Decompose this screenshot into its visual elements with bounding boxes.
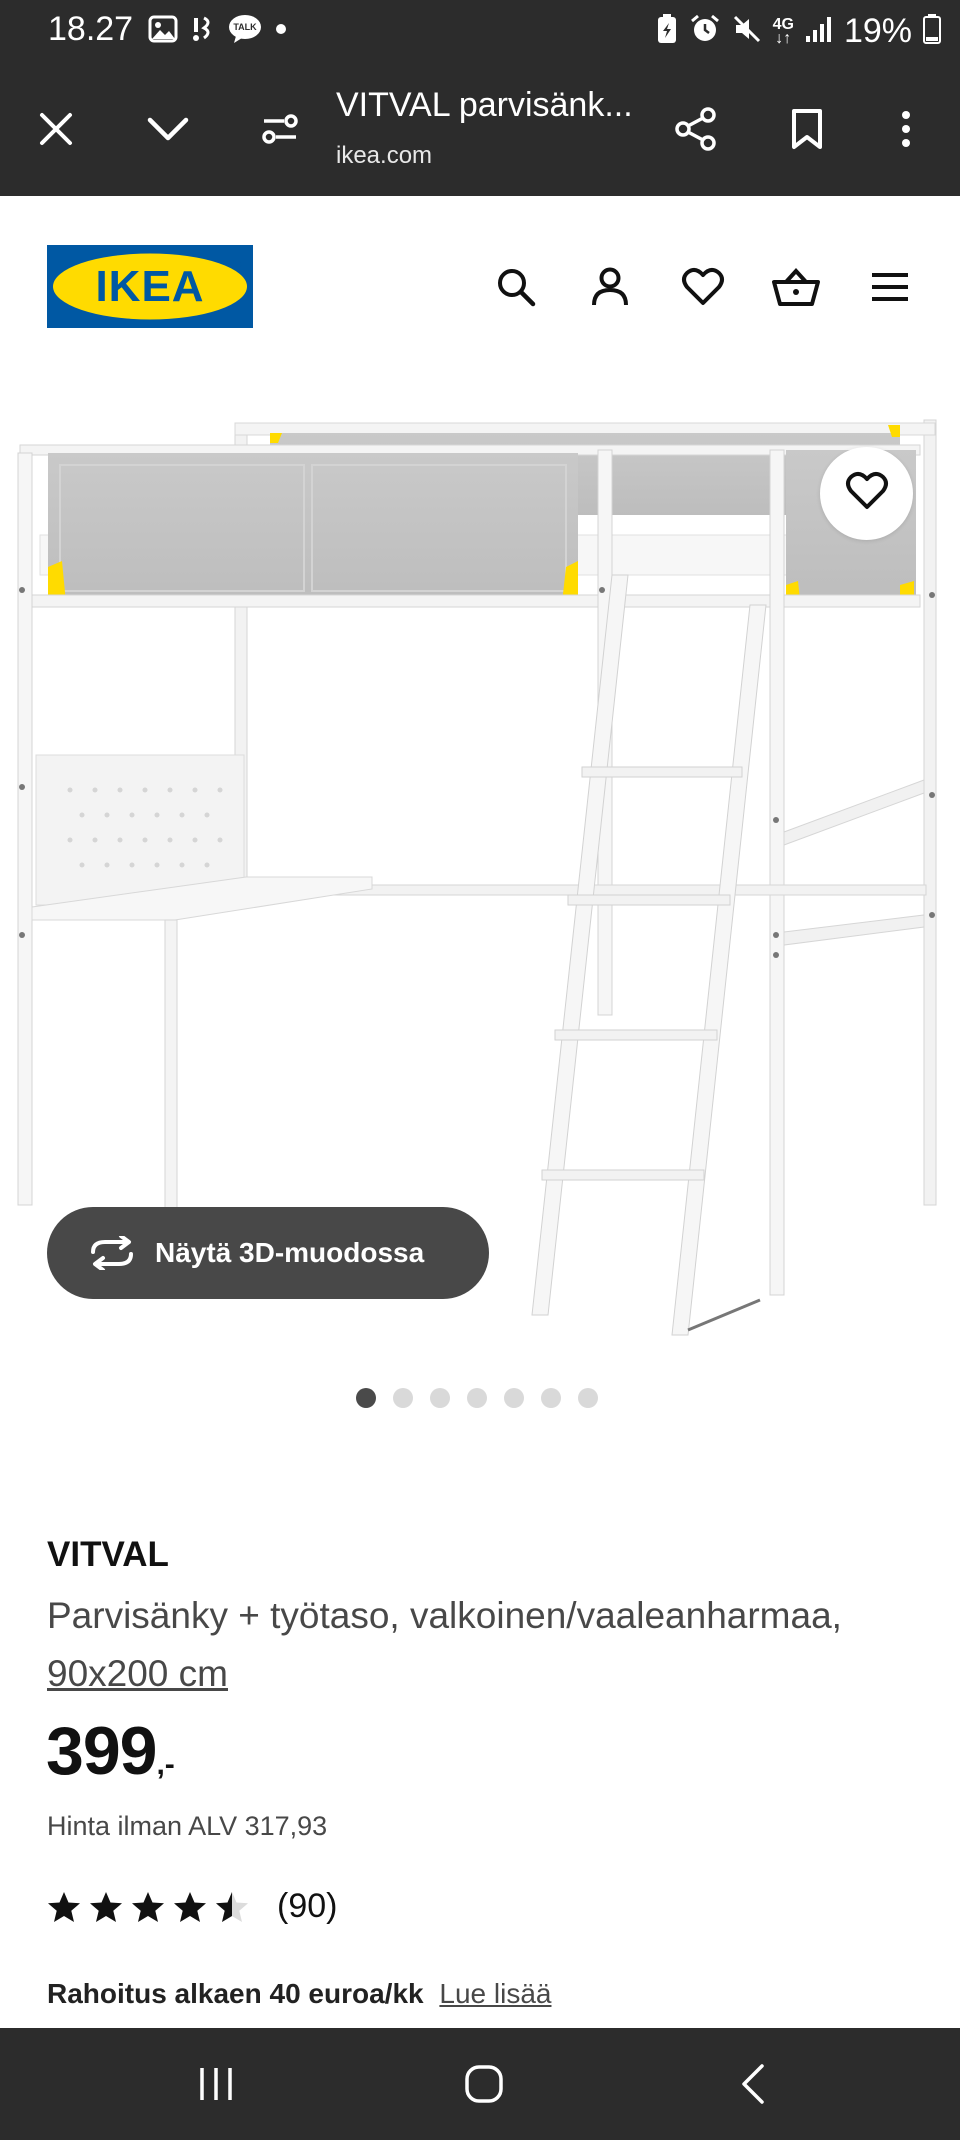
view-3d-button[interactable]: Näytä 3D-muodossa [47,1207,489,1299]
financing-info: Rahoitus alkaen 40 euroa/kk Lue lisää [47,1978,551,2010]
close-icon[interactable] [24,97,88,161]
view-3d-label: Näytä 3D-muodossa [155,1237,425,1268]
product-description: Parvisänky + työtaso, valkoinen/vaaleanh… [47,1587,927,1703]
chevron-down-icon[interactable] [136,97,200,161]
financing-read-more-link[interactable]: Lue lisää [439,1978,551,2009]
star-icon [90,1891,122,1922]
star-icon [132,1891,164,1922]
talk-icon: TALK [228,14,262,49]
recent-apps-icon[interactable] [181,2056,251,2112]
browser-toolbar: VITVAL parvisänk... ikea.com [0,62,960,196]
home-icon[interactable] [449,2056,519,2112]
account-icon[interactable] [579,256,641,318]
product-name: VITVAL [47,1535,169,1574]
menu-icon[interactable] [859,256,921,318]
cart-icon[interactable] [765,256,827,318]
half-star-icon [216,1891,248,1922]
pagination-dot-2[interactable] [393,1388,413,1408]
page-url[interactable]: ikea.com [336,142,432,170]
price-suffix: ,- [156,1748,175,1781]
pagination-dot-6[interactable] [541,1388,561,1408]
system-navigation-bar [0,2028,960,2140]
network-type: 4G ↓↑ [772,15,794,47]
page-settings-icon[interactable] [248,97,312,161]
review-count[interactable]: (90) [277,1887,337,1926]
alarm-icon [689,13,721,50]
gallery-icon [148,15,178,48]
rotate-3d-icon [87,1228,137,1278]
search-icon[interactable] [485,256,547,318]
financing-text: Rahoitus alkaen 40 euroa/kk [47,1978,424,2009]
notification-icons: TALK [148,14,290,49]
logo-text: IKEA [95,261,205,311]
product-description-text: Parvisänky + työtaso, valkoinen/vaaleanh… [47,1595,842,1636]
battery-percent: 19% [843,12,912,50]
battery-icon [922,13,942,50]
pagination-dot-7[interactable] [578,1388,598,1408]
svg-text:TALK: TALK [233,22,257,32]
pagination-dot-3[interactable] [430,1388,450,1408]
pagination-dot-5[interactable] [504,1388,524,1408]
ikea-logo[interactable]: IKEA [47,245,253,328]
product-rating[interactable]: (90) [47,1887,337,1926]
price-without-vat: Hinta ilman ALV 317,93 [47,1811,328,1841]
status-bar: 18.27 TALK 4G ↓↑ 19% [0,0,960,62]
dot-icon [272,20,290,43]
page-title[interactable]: VITVAL parvisänk... [336,86,633,125]
star-icon [48,1891,80,1922]
heart-icon [845,471,889,516]
notification-icon [188,14,218,49]
more-icon[interactable] [874,97,938,161]
price-value: 399 [46,1713,157,1789]
favorites-icon[interactable] [672,256,734,318]
status-time: 18.27 [48,10,134,48]
add-to-favorites-button[interactable] [820,447,913,540]
product-size-link[interactable]: 90x200 cm [47,1653,228,1694]
share-icon[interactable] [664,97,728,161]
rating-stars [47,1891,249,1923]
bookmark-icon[interactable] [775,97,839,161]
signal-icon [804,14,834,49]
mute-icon [731,13,763,50]
system-icons: 4G ↓↑ 19% [655,12,942,51]
image-pagination [356,1388,598,1408]
star-icon [174,1891,206,1922]
battery-saver-icon [655,13,679,50]
pagination-dot-4[interactable] [467,1388,487,1408]
product-price: 399,- [46,1712,175,1790]
back-icon[interactable] [718,2056,788,2112]
pagination-dot-1[interactable] [356,1388,376,1408]
